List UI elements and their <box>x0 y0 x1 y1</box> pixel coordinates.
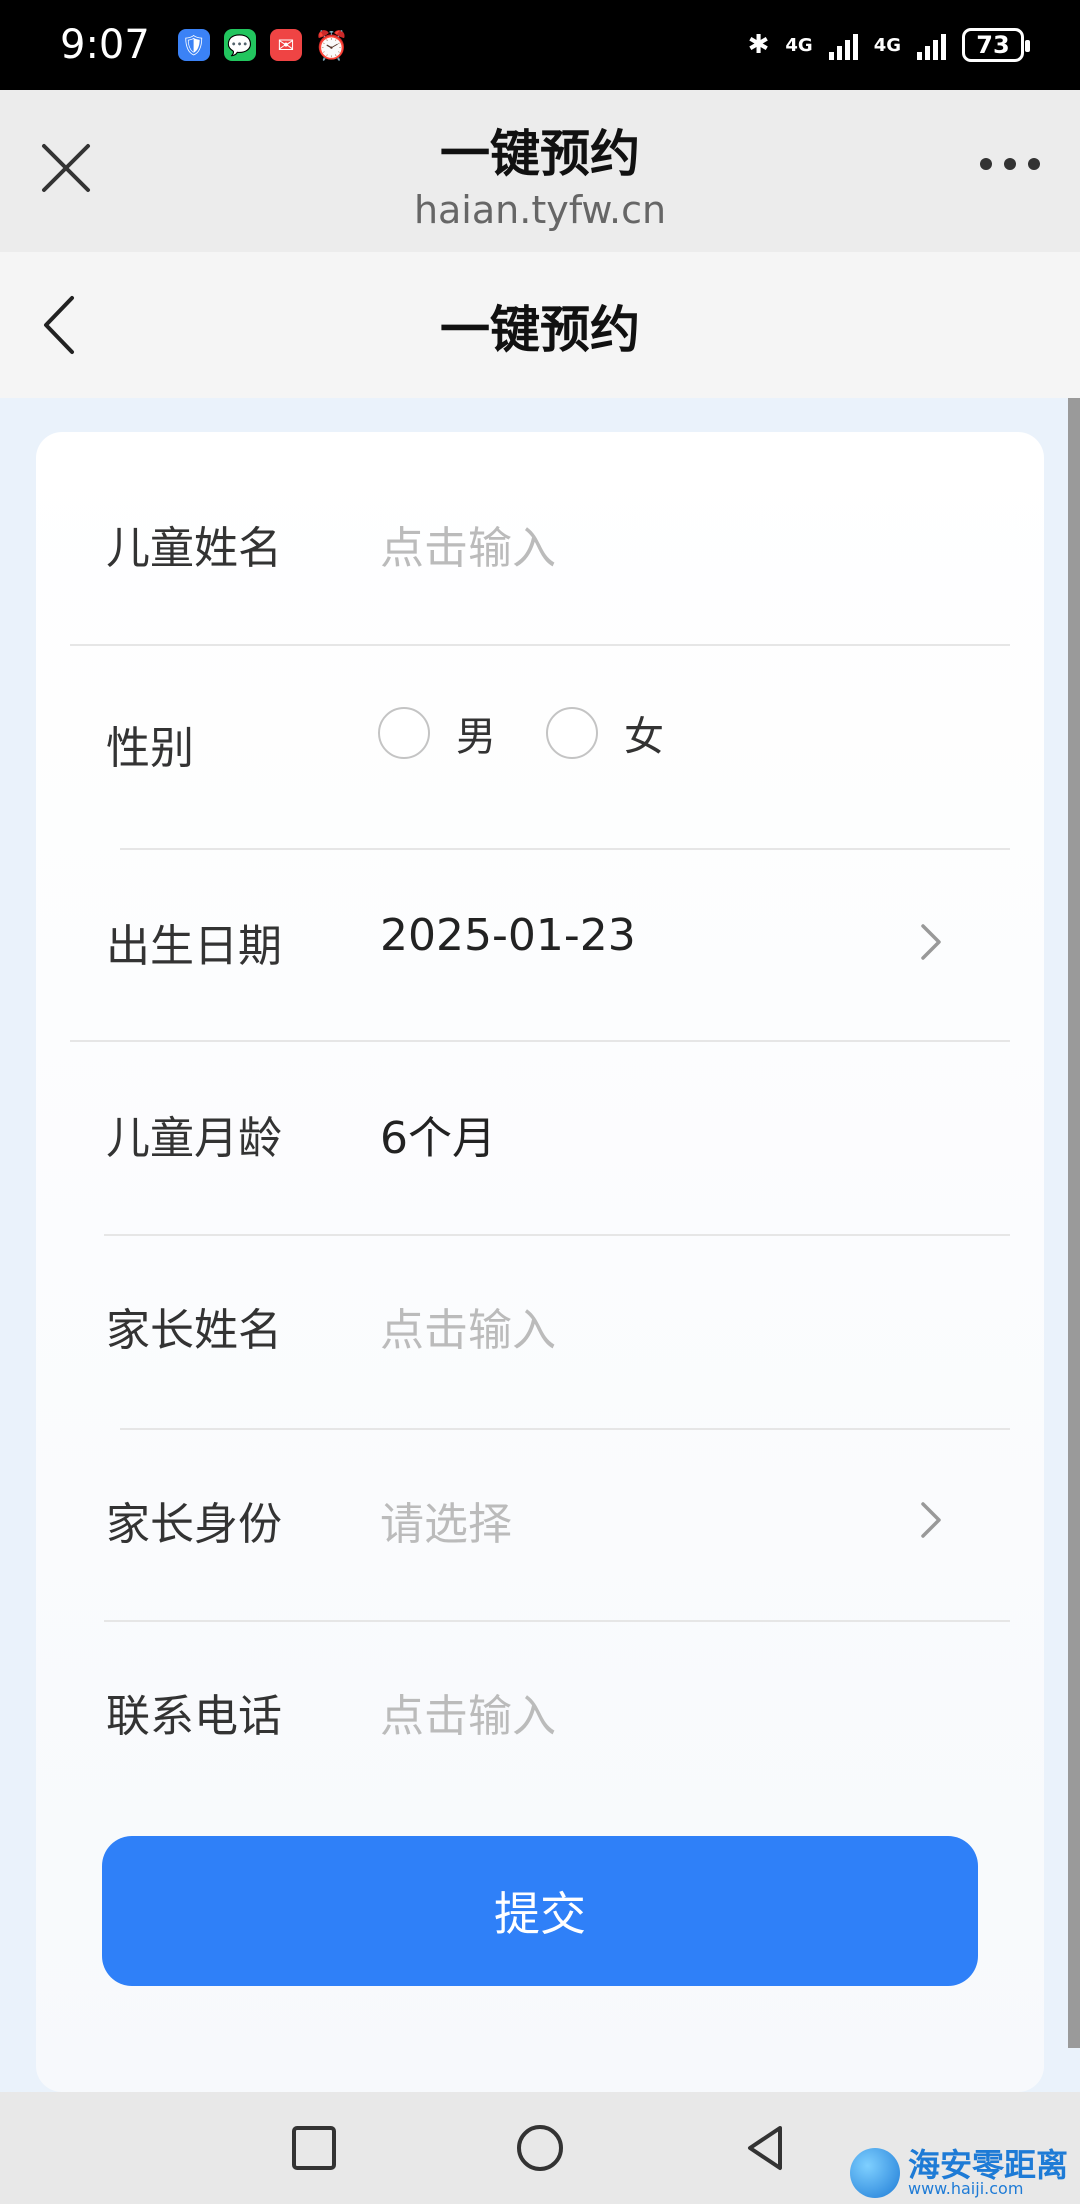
gender-option-male[interactable]: 男 <box>456 704 496 762</box>
watermark-title: 海安零距离 <box>907 2146 1068 2184</box>
status-time: 9:07 <box>60 22 150 68</box>
network-label-2: 4G <box>873 34 901 56</box>
bluetooth-icon: ✱ <box>747 30 770 60</box>
wechat-app-icon: 💬 <box>223 29 256 61</box>
child-age-value: 6个月 <box>380 1113 496 1164</box>
page-title: 一键预约 <box>440 301 640 359</box>
gender-label: 性别 <box>106 723 194 774</box>
battery-level: 73 <box>976 31 1010 59</box>
child-name-input[interactable]: 点击输入 <box>380 512 556 576</box>
browser-header: 一键预约 haian.tyfw.cn <box>0 90 1080 252</box>
page-nav-bar: 一键预约 <box>0 252 1080 398</box>
network-label-1: 4G <box>785 34 813 56</box>
home-icon[interactable] <box>514 2122 566 2174</box>
gender-row: 性别 男 女 <box>36 684 1044 804</box>
gender-option-female[interactable]: 女 <box>624 704 664 762</box>
appointment-form: 儿童姓名 点击输入 性别 男 女 出生日期 2025-01-23 儿童月龄 6个… <box>36 432 1044 2092</box>
battery-icon: 73 <box>962 28 1030 62</box>
phone-label: 联系电话 <box>106 1691 282 1742</box>
parent-name-input[interactable]: 点击输入 <box>380 1294 556 1358</box>
birth-date-label: 出生日期 <box>106 921 282 972</box>
divider <box>70 644 1010 646</box>
browser-title: 一键预约 <box>440 125 640 183</box>
parent-name-label: 家长姓名 <box>106 1305 282 1356</box>
divider <box>104 1234 1010 1236</box>
scrollbar[interactable] <box>1068 398 1080 2048</box>
birth-date-value[interactable]: 2025-01-23 <box>380 910 636 961</box>
recent-apps-icon[interactable] <box>288 2122 340 2174</box>
phone-input[interactable]: 点击输入 <box>380 1680 556 1744</box>
divider <box>120 1428 1010 1430</box>
child-age-row: 儿童月龄 6个月 <box>36 1074 1044 1194</box>
child-age-label: 儿童月龄 <box>106 1113 282 1164</box>
parent-identity-row[interactable]: 家长身份 请选择 <box>36 1460 1044 1580</box>
watermark-logo-icon <box>849 2148 900 2198</box>
chevron-right-icon <box>921 924 941 960</box>
divider <box>70 1040 1010 1042</box>
status-right: ✱ 4G 4G 73 <box>747 28 1030 62</box>
gender-radio-group: 男 女 <box>378 704 714 762</box>
watermark-text: 海安零距离 www.haiji.com <box>908 2149 1068 2197</box>
child-name-row[interactable]: 儿童姓名 点击输入 <box>36 484 1044 604</box>
chevron-right-icon <box>921 1502 941 1538</box>
gender-radio-female[interactable] <box>546 707 598 759</box>
more-icon[interactable] <box>980 158 1040 170</box>
child-name-label: 儿童姓名 <box>106 523 282 574</box>
system-nav-bar: 海安零距离 www.haiji.com <box>0 2092 1080 2204</box>
status-left: 9:07 🛡 💬 ✉ ⏰ <box>60 22 350 68</box>
gender-radio-male[interactable] <box>378 707 430 759</box>
alarm-icon: ⏰ <box>314 28 350 62</box>
watermark-url: www.haiji.com <box>907 2179 1024 2198</box>
parent-name-row[interactable]: 家长姓名 点击输入 <box>36 1266 1044 1386</box>
submit-button[interactable]: 提交 <box>102 1836 978 1986</box>
mail-app-icon: ✉ <box>269 29 302 61</box>
birth-date-row[interactable]: 出生日期 2025-01-23 <box>36 882 1044 1002</box>
watermark: 海安零距离 www.haiji.com <box>849 2148 1068 2198</box>
parent-identity-label: 家长身份 <box>106 1499 282 1550</box>
browser-url: haian.tyfw.cn <box>413 188 667 232</box>
divider <box>104 1620 1010 1622</box>
phone-row[interactable]: 联系电话 点击输入 <box>36 1652 1044 1772</box>
status-bar: 9:07 🛡 💬 ✉ ⏰ ✱ 4G 4G 73 <box>0 0 1080 90</box>
shield-app-icon: 🛡 <box>177 29 210 61</box>
signal-icon-2 <box>917 30 946 60</box>
divider <box>120 848 1010 850</box>
back-nav-icon[interactable] <box>740 2122 792 2174</box>
parent-identity-select[interactable]: 请选择 <box>380 1488 512 1552</box>
signal-icon-1 <box>828 30 858 60</box>
